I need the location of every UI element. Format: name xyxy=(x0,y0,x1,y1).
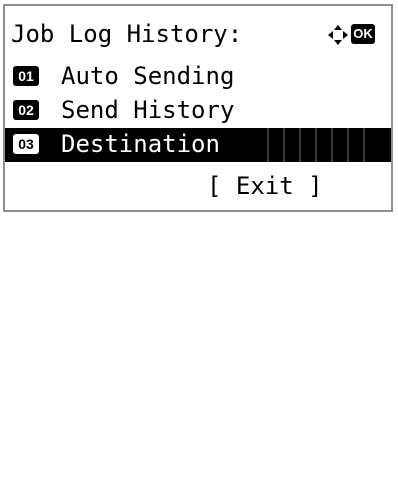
selection-stripe xyxy=(347,128,349,162)
selection-stripe xyxy=(299,128,301,162)
selection-stripe xyxy=(331,128,333,162)
menu-item-label: Auto Sending xyxy=(61,62,235,90)
exit-button[interactable]: [ Exit ] xyxy=(207,170,323,202)
screen-title: Job Log History: xyxy=(11,20,243,48)
selection-stripe xyxy=(283,128,285,162)
selection-stripe xyxy=(267,128,269,162)
ok-key-icon: OK xyxy=(351,24,375,44)
item-number-badge: 03 xyxy=(13,134,39,154)
selection-stripe xyxy=(315,128,317,162)
menu-item-destination[interactable]: 03 Destination xyxy=(5,128,391,162)
lcd-screen: Job Log History: OK 01 Auto Sending 02 S… xyxy=(3,4,393,212)
item-number-badge: 02 xyxy=(13,100,39,120)
menu-item-label: Destination xyxy=(61,130,220,158)
menu-item-label: Send History xyxy=(61,96,235,124)
footer: [ Exit ] xyxy=(5,170,391,266)
selection-stripe xyxy=(363,128,365,162)
item-number-badge: 01 xyxy=(13,66,39,86)
four-way-arrow-icon xyxy=(328,25,348,45)
